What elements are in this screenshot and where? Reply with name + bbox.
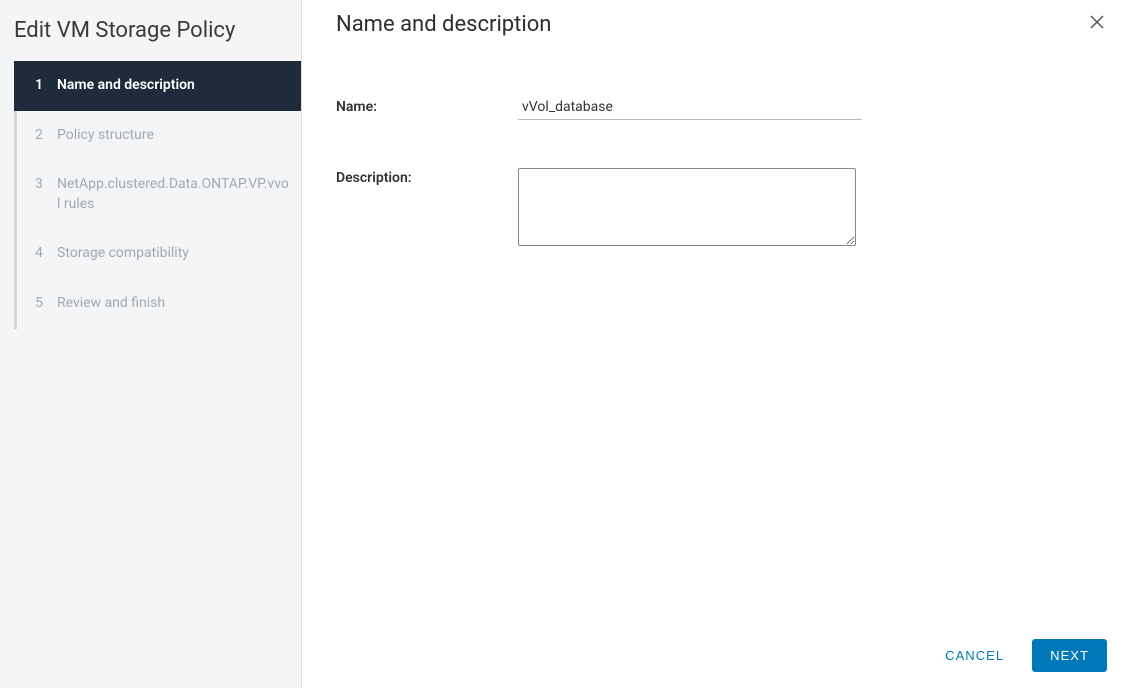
wizard-main-panel: Name and description Name: Description: … xyxy=(302,0,1127,688)
step-number: 5 xyxy=(35,294,53,314)
form-body: Name: Description: xyxy=(302,47,1127,623)
close-icon[interactable] xyxy=(1087,12,1107,32)
dialog-title: Edit VM Storage Policy xyxy=(0,18,301,61)
step-netapp-rules[interactable]: 3 NetApp.clustered.Data.ONTAP.VP.vvol ru… xyxy=(17,160,301,229)
page-title: Name and description xyxy=(336,12,551,37)
step-number: 2 xyxy=(35,126,53,146)
wizard-sidebar: Edit VM Storage Policy 1 Name and descri… xyxy=(0,0,302,688)
wizard-steps: 1 Name and description 2 Policy structur… xyxy=(14,61,301,329)
cancel-button[interactable]: CANCEL xyxy=(937,642,1012,669)
edit-vm-storage-policy-dialog: Edit VM Storage Policy 1 Name and descri… xyxy=(0,0,1127,688)
wizard-footer: CANCEL NEXT xyxy=(302,623,1127,688)
step-name-and-description[interactable]: 1 Name and description xyxy=(14,61,301,111)
step-label: Storage compatibility xyxy=(57,244,289,264)
step-label: Name and description xyxy=(57,76,289,96)
step-policy-structure[interactable]: 2 Policy structure xyxy=(17,111,301,161)
step-label: NetApp.clustered.Data.ONTAP.VP.vvol rule… xyxy=(57,175,289,214)
description-row: Description: xyxy=(336,168,1093,246)
name-label: Name: xyxy=(336,97,518,115)
step-label: Review and finish xyxy=(57,294,289,314)
description-label: Description: xyxy=(336,168,518,186)
name-row: Name: xyxy=(336,97,1093,120)
next-button[interactable]: NEXT xyxy=(1032,639,1107,672)
step-number: 4 xyxy=(35,244,53,264)
description-textarea[interactable] xyxy=(518,168,856,246)
step-review-and-finish[interactable]: 5 Review and finish xyxy=(17,279,301,329)
step-storage-compatibility[interactable]: 4 Storage compatibility xyxy=(17,229,301,279)
step-number: 1 xyxy=(35,76,53,96)
name-input[interactable] xyxy=(518,97,862,120)
step-label: Policy structure xyxy=(57,126,289,146)
main-header: Name and description xyxy=(302,0,1127,47)
step-number: 3 xyxy=(35,175,53,195)
